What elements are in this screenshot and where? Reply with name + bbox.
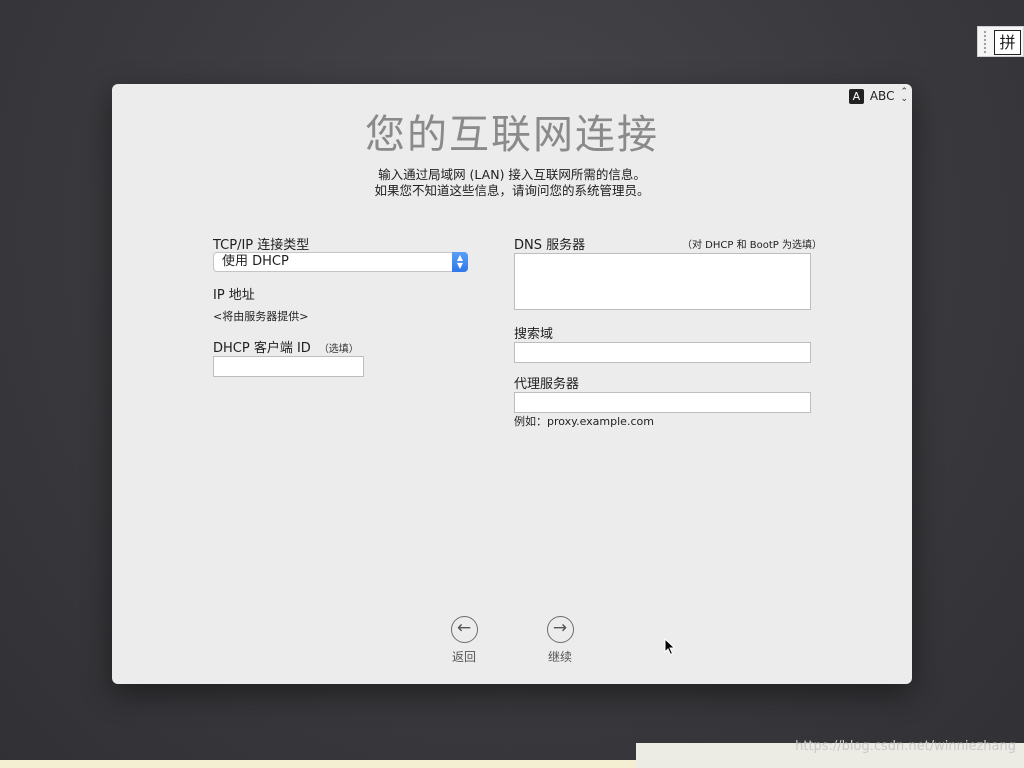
description-line-2: 如果您不知道这些信息，请询问您的系统管理员。 (374, 183, 650, 198)
tcp-ip-type-select[interactable]: 使用 DHCP ▲ ▼ (213, 252, 468, 272)
proxy-server-label: 代理服务器 (514, 377, 580, 392)
mouse-cursor-icon (664, 638, 676, 656)
dns-optional-note: （对 DHCP 和 BootP 为选填） (682, 240, 822, 251)
back-label: 返回 (451, 650, 476, 664)
back-button[interactable]: ← 返回 (434, 616, 494, 665)
input-source-label: ABC (869, 89, 895, 103)
back-arrow-icon: ← (450, 616, 478, 643)
page-title: 您的互联网连接 (365, 112, 659, 158)
page-description: 输入通过局域网 (LAN) 接入互联网所需的信息。 如果您不知道这些信息，请询问… (112, 167, 912, 199)
watermark-text: https://blog.csdn.net/winniezhang (795, 739, 1016, 754)
tcp-ip-type-label: TCP/IP 连接类型 (213, 238, 310, 253)
continue-button[interactable]: → 继续 (530, 616, 590, 665)
search-domain-label: 搜索域 (514, 327, 554, 342)
tcp-ip-type-value: 使用 DHCP (222, 254, 289, 269)
ime-drag-handle[interactable] (983, 30, 987, 54)
select-stepper-icon: ▲ ▼ (452, 252, 468, 272)
dns-server-field[interactable] (514, 253, 811, 310)
setup-window: A ABC ⌃ ⌄ 您的互联网连接 输入通过局域网 (LAN) 接入互联网所需的信… (112, 84, 912, 684)
updown-chevron-icon: ⌃ ⌄ (900, 87, 908, 104)
continue-arrow-icon: → (546, 616, 574, 643)
bottom-strip (0, 760, 636, 768)
ip-address-label: IP 地址 (213, 288, 255, 303)
dns-server-label: DNS 服务器 (514, 238, 586, 253)
dhcp-client-id-label: DHCP 客户端 ID （选填） (213, 341, 359, 356)
proxy-example-hint: 例如：proxy.example.com (514, 415, 654, 428)
ime-indicator[interactable]: 拼 (977, 26, 1024, 57)
search-domain-field[interactable] (514, 342, 811, 363)
ip-address-value: <将由服务器提供> (213, 310, 309, 323)
dhcp-optional-note: （选填） (318, 344, 359, 355)
continue-label: 继续 (547, 650, 572, 664)
dhcp-client-id-field[interactable] (213, 356, 364, 377)
pinyin-icon: 拼 (994, 30, 1021, 55)
description-line-1: 输入通过局域网 (LAN) 接入互联网所需的信息。 (378, 167, 646, 182)
proxy-server-field[interactable] (514, 392, 811, 413)
